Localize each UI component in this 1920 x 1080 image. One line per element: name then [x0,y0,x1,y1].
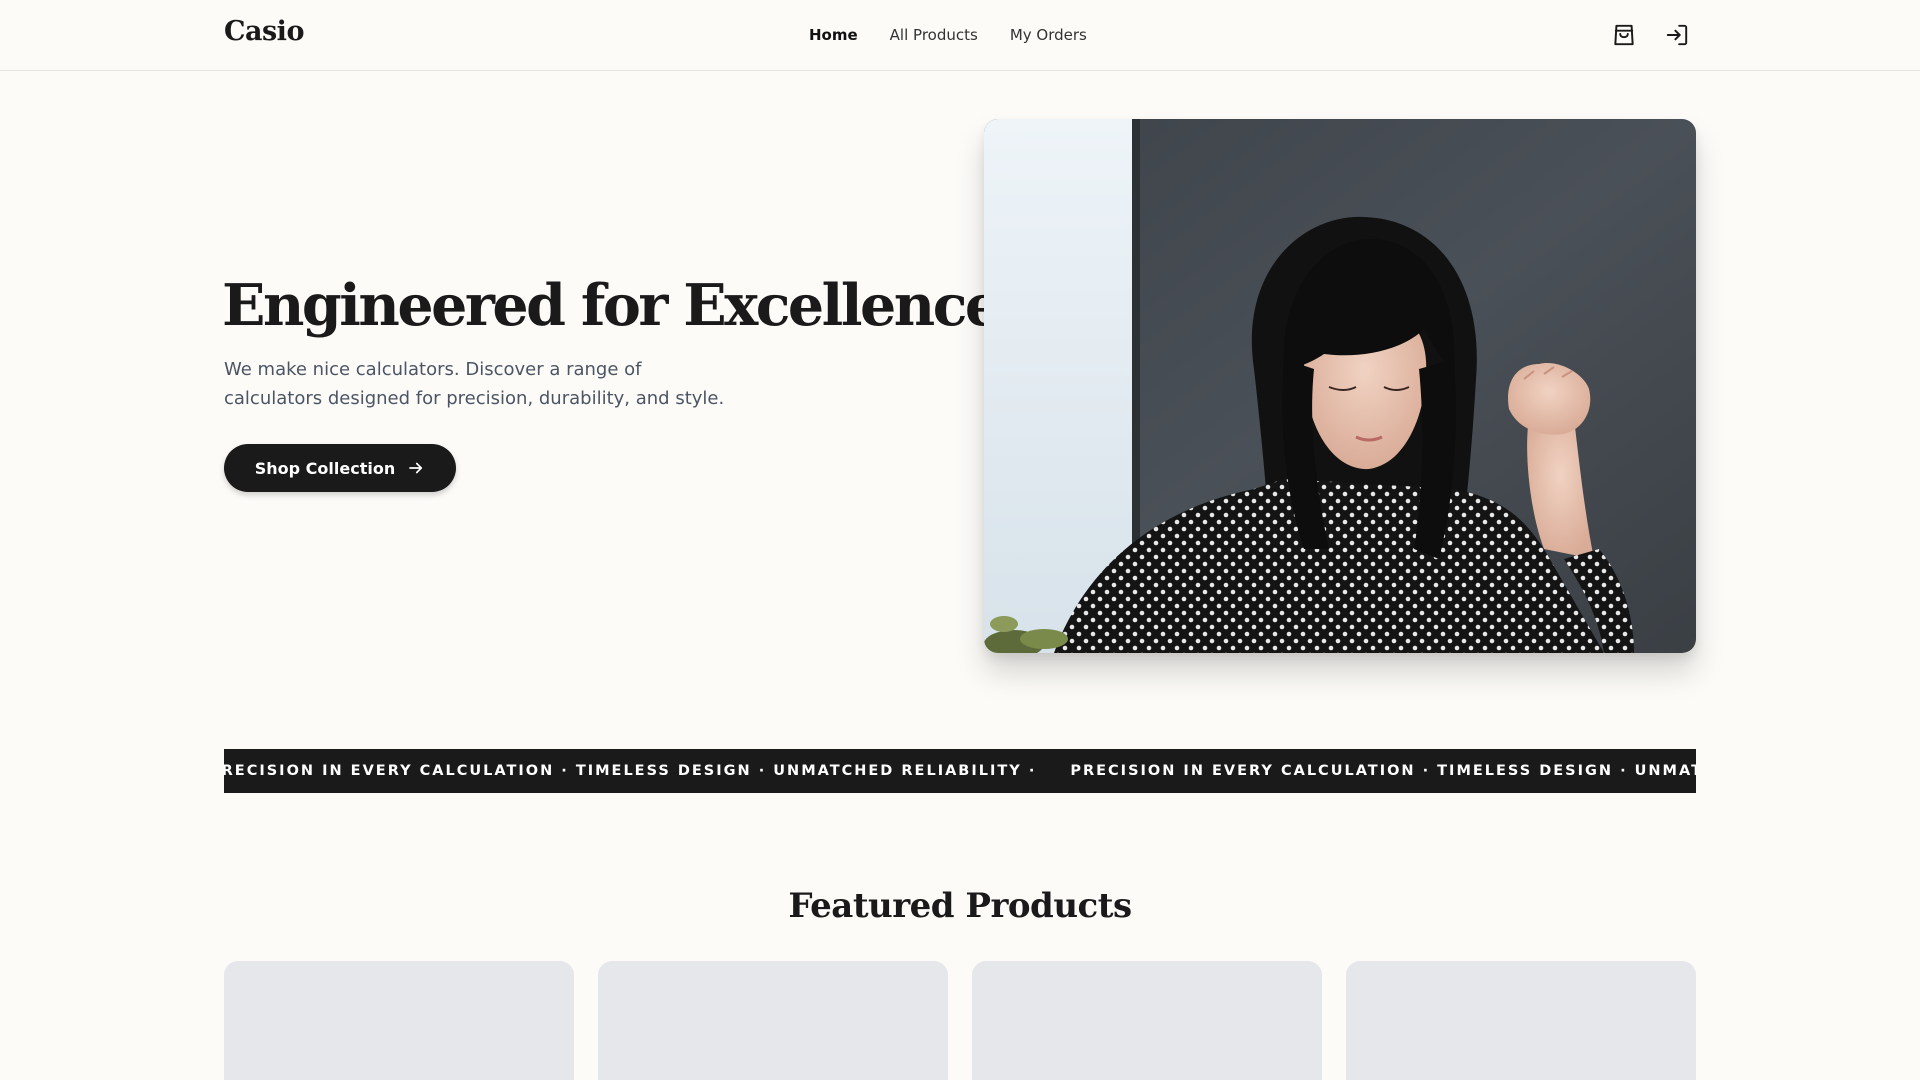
nav-all-products[interactable]: All Products [890,26,978,44]
marquee-track: PRECISION IN EVERY CALCULATION · TIMELES… [224,749,1696,793]
hero-title: Engineered for Excellence. [222,272,1019,339]
sign-in-icon[interactable] [1664,22,1690,48]
marquee-text: PRECISION IN EVERY CALCULATION · TIMELES… [1070,763,1696,779]
product-card[interactable] [972,961,1322,1080]
hero-image [984,119,1696,653]
marquee-text: PRECISION IN EVERY CALCULATION · TIMELES… [224,763,1037,779]
main-nav: Home All Products My Orders [809,26,1087,44]
shop-collection-label: Shop Collection [254,458,396,478]
site-header: Casio Home All Products My Orders [0,0,1920,71]
featured-products-title: Featured Products [788,886,1132,926]
marquee-banner: PRECISION IN EVERY CALCULATION · TIMELES… [224,749,1696,793]
shopping-bag-icon[interactable] [1611,22,1637,48]
featured-products-grid [224,961,1696,1080]
product-card[interactable] [598,961,948,1080]
arrow-right-icon [409,462,423,474]
nav-my-orders[interactable]: My Orders [1010,26,1087,44]
nav-home[interactable]: Home [809,26,858,44]
hero-description: We make nice calculators. Discover a ran… [224,359,725,409]
product-card[interactable] [224,961,574,1080]
brand-logo[interactable]: Casio [224,16,304,47]
shop-collection-button[interactable]: Shop Collection [224,444,456,492]
product-card[interactable] [1346,961,1696,1080]
